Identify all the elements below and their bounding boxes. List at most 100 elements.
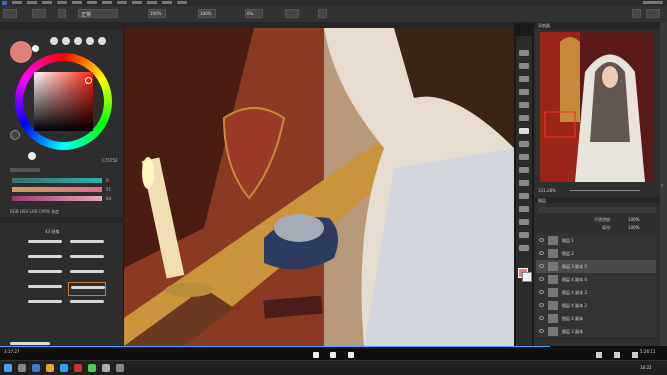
eye-icon[interactable] <box>539 316 544 320</box>
brush-size-preset[interactable] <box>62 37 70 45</box>
zoom-slider[interactable] <box>570 190 640 191</box>
brush-size-preset[interactable] <box>98 37 106 45</box>
progress-fill[interactable] <box>0 346 550 347</box>
layer-row[interactable]: 图层 3 副本 <box>536 325 656 339</box>
eyedropper-icon[interactable] <box>519 115 529 121</box>
navigator-preview[interactable] <box>540 32 654 182</box>
dodge-icon[interactable] <box>519 167 529 173</box>
layer-thumbnail <box>548 275 558 284</box>
slider-h[interactable] <box>12 178 102 183</box>
folder-icon[interactable] <box>46 364 54 372</box>
layer-row[interactable]: 图层 4 副本 3 <box>536 286 656 300</box>
app-icon[interactable] <box>116 364 124 372</box>
pause-icon[interactable] <box>330 352 336 358</box>
primary-color-swatch[interactable] <box>10 41 32 63</box>
eye-icon[interactable] <box>539 277 544 281</box>
eye-icon[interactable] <box>539 251 544 255</box>
gradient-icon[interactable] <box>519 154 529 160</box>
move-icon[interactable] <box>519 76 529 82</box>
layer-fill-value[interactable]: 100% <box>628 225 639 230</box>
smoothing-field[interactable]: 0% <box>245 9 263 18</box>
heal-icon[interactable] <box>519 128 529 134</box>
settings-icon[interactable] <box>596 352 602 358</box>
tools-bar <box>516 36 532 346</box>
brush-item[interactable] <box>26 297 64 311</box>
color-mode-tabs[interactable]: RGB HSV LAB CMYK 灰度 <box>10 209 59 215</box>
layer-row[interactable]: 图层 4 副本 2 <box>536 299 656 313</box>
search-icon[interactable] <box>18 364 26 372</box>
home-button[interactable] <box>3 9 17 18</box>
opacity-field[interactable]: 100% <box>148 9 166 18</box>
brush-size-preset[interactable] <box>86 37 94 45</box>
color-picker-handle[interactable] <box>85 77 92 84</box>
window-controls[interactable] <box>643 1 663 4</box>
crop-icon[interactable] <box>519 102 529 108</box>
layer-row-selected[interactable]: 图层 3 副本 5 <box>536 260 656 274</box>
brush-size-preset[interactable] <box>74 37 82 45</box>
eraser-icon[interactable] <box>519 63 529 69</box>
shape-icon[interactable] <box>519 219 529 225</box>
path-icon[interactable] <box>519 206 529 212</box>
zoom-icon[interactable] <box>519 245 529 251</box>
stamp-icon[interactable] <box>519 141 529 147</box>
color-wheel[interactable] <box>15 53 112 150</box>
color-tabs[interactable] <box>10 168 40 172</box>
mode-select[interactable]: 正常 <box>78 9 118 18</box>
brush-item[interactable] <box>68 267 106 281</box>
start-icon[interactable] <box>4 364 12 372</box>
layer-filter-bar[interactable] <box>538 207 656 213</box>
eye-icon[interactable] <box>539 290 544 294</box>
brush-item[interactable] <box>26 282 64 296</box>
brush-preset-button[interactable] <box>32 9 46 18</box>
app-icon[interactable] <box>88 364 96 372</box>
elapsed-time: 3:17:27 <box>4 349 20 354</box>
slider-s[interactable] <box>12 187 102 192</box>
pip-icon[interactable] <box>614 352 620 358</box>
flow-field[interactable]: 100% <box>198 9 216 18</box>
brush-item[interactable] <box>26 267 64 281</box>
brush-item[interactable] <box>26 252 64 266</box>
workspace-button[interactable] <box>646 9 660 18</box>
rewind-icon[interactable] <box>313 352 319 358</box>
secondary-color-swatch[interactable] <box>32 45 39 52</box>
eye-icon[interactable] <box>539 238 544 242</box>
layer-row[interactable]: 图层 1 <box>536 234 656 248</box>
chevron-right-icon[interactable]: › <box>661 182 666 190</box>
eye-icon[interactable] <box>539 329 544 333</box>
layer-opacity-value[interactable]: 100% <box>628 217 639 222</box>
pen-icon[interactable] <box>519 180 529 186</box>
layer-row[interactable]: 图层 4 副本 4 <box>536 273 656 287</box>
lasso-icon[interactable] <box>519 89 529 95</box>
brush-item[interactable] <box>68 252 106 266</box>
layer-row[interactable]: 图层 4 副本 <box>536 312 656 326</box>
slider-v[interactable] <box>12 196 102 201</box>
right-scrollbar[interactable]: › <box>660 22 667 346</box>
angle-field[interactable] <box>285 9 299 18</box>
artwork-canvas[interactable] <box>124 28 514 346</box>
play-icon[interactable] <box>28 152 36 160</box>
brush-item[interactable] <box>68 297 106 311</box>
forward-icon[interactable] <box>348 352 354 358</box>
brush-item-selected[interactable] <box>68 282 106 296</box>
layer-row[interactable]: 图层 2 <box>536 247 656 261</box>
brush-item[interactable] <box>68 237 106 251</box>
brush-icon[interactable] <box>519 50 529 56</box>
fullscreen-icon[interactable] <box>632 352 638 358</box>
photoshop-icon[interactable] <box>60 364 68 372</box>
search-button[interactable] <box>632 9 641 18</box>
browser-icon[interactable] <box>32 364 40 372</box>
app-icon[interactable] <box>74 364 82 372</box>
layer-name: 图层 4 副本 2 <box>562 303 587 308</box>
swap-colors-icon[interactable] <box>10 130 20 140</box>
hand-icon[interactable] <box>519 232 529 238</box>
menu-items[interactable] <box>12 1 192 4</box>
background-color-icon[interactable] <box>522 272 532 282</box>
symmetry-button[interactable] <box>318 9 327 18</box>
brush-panel-button[interactable] <box>58 9 66 18</box>
eye-icon[interactable] <box>539 264 544 268</box>
eye-icon[interactable] <box>539 303 544 307</box>
brush-size-preset[interactable] <box>50 37 58 45</box>
app-icon[interactable] <box>102 364 110 372</box>
text-icon[interactable] <box>519 193 529 199</box>
brush-item[interactable] <box>26 237 64 251</box>
